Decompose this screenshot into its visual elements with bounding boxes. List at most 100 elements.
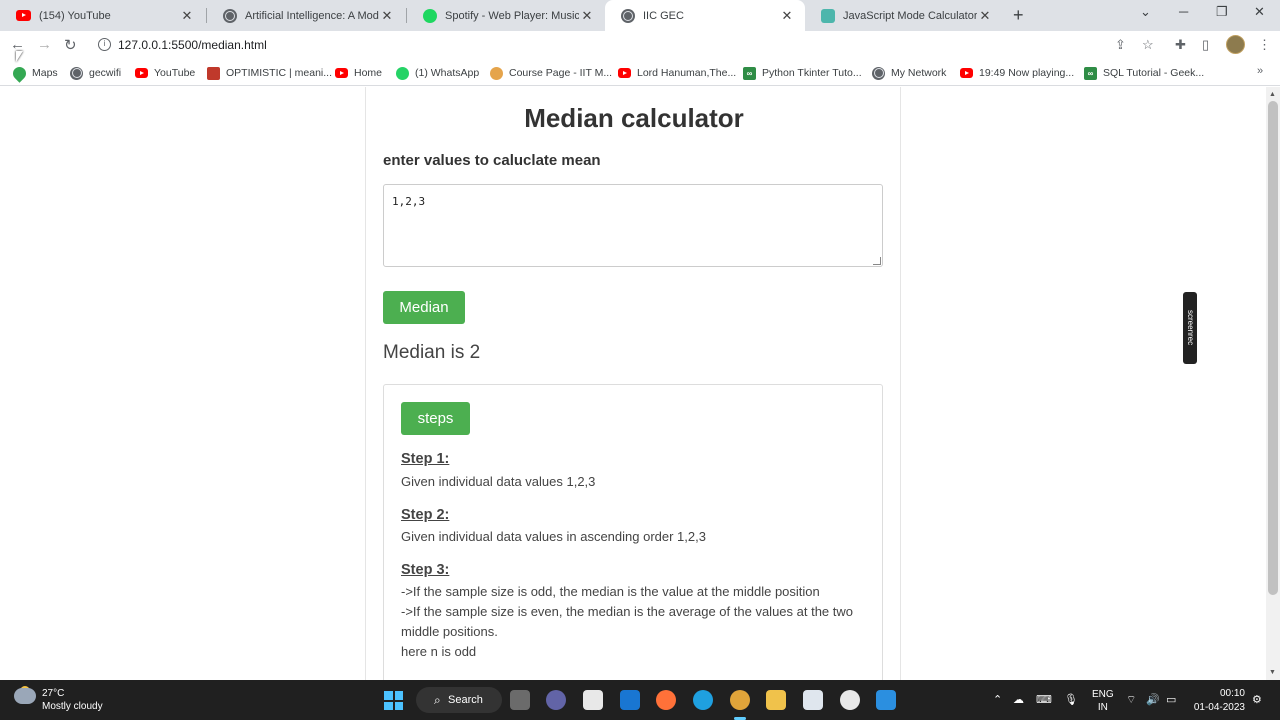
globe-icon: [223, 8, 237, 23]
share-icon[interactable]: ⇪: [1115, 37, 1126, 53]
median-result: Median is 2: [383, 342, 481, 363]
bookmark-now-playing[interactable]: 19:49 Now playing...: [960, 65, 1074, 81]
chevron-up-icon[interactable]: ⌃: [993, 693, 1002, 706]
tab-search-icon[interactable]: ⌄: [1140, 4, 1151, 20]
input-instruction: enter values to caluclate mean: [383, 152, 601, 169]
step3-even-rule: ->If the sample size is even, the median…: [401, 604, 854, 639]
search-icon: ⌕: [434, 693, 441, 707]
site-info-icon[interactable]: i: [98, 38, 111, 51]
chrome-icon[interactable]: [730, 690, 750, 710]
kali-icon[interactable]: [803, 690, 823, 710]
step2-heading: Step 2:: [401, 507, 450, 523]
system-clock[interactable]: 00:10 01-04-2023: [1193, 687, 1245, 715]
edge-icon[interactable]: [693, 690, 713, 710]
restore-icon[interactable]: ❐: [1216, 4, 1228, 20]
teams-chat-icon[interactable]: [546, 690, 566, 710]
bookmark-star-icon[interactable]: ☆: [1142, 37, 1154, 53]
bookmark-python-tkinter[interactable]: ∞ Python Tkinter Tuto...: [743, 65, 862, 81]
taskbar-search[interactable]: ⌕ Search: [416, 687, 502, 713]
more-bookmarks-icon[interactable]: »: [1257, 65, 1263, 77]
store-icon[interactable]: [583, 690, 603, 710]
cloud-icon: [14, 688, 36, 704]
tab-spotify[interactable]: Spotify - Web Player: Music for e ✕: [407, 0, 605, 31]
bookmark-gecwifi[interactable]: gecwifi: [70, 65, 121, 81]
scroll-down-icon[interactable]: ▼: [1269, 669, 1276, 676]
bookmark-youtube[interactable]: YouTube: [135, 65, 195, 81]
tab-iic-gec[interactable]: IIC GEC ✕: [605, 0, 805, 31]
volume-icon[interactable]: 🔊: [1146, 693, 1160, 706]
keyboard-icon[interactable]: ⌨: [1036, 693, 1052, 706]
tab-strip: (154) YouTube ✕ Artificial Intelligence:…: [0, 0, 1280, 31]
resize-handle-icon[interactable]: [873, 257, 881, 265]
bookmark-sql-tutorial[interactable]: ∞ SQL Tutorial - Geek...: [1084, 65, 1204, 81]
bookmark-optimistic[interactable]: OPTIMISTIC | meani...: [207, 65, 332, 81]
geeksforgeeks-icon: ∞: [743, 66, 756, 80]
mouse-cursor: [16, 51, 23, 62]
browser-toolbar: ← → ↻ i 127.0.0.1:5500/median.html ⇪ ☆ ✚…: [0, 31, 1280, 60]
microphone-icon[interactable]: 🎙: [1064, 693, 1078, 706]
new-tab-button[interactable]: +: [1013, 5, 1024, 26]
address-bar[interactable]: 127.0.0.1:5500/median.html: [118, 38, 267, 52]
close-icon[interactable]: ✕: [179, 8, 195, 24]
firefox-icon[interactable]: [656, 690, 676, 710]
recorder-icon[interactable]: [840, 690, 860, 710]
tab-mode-calculator[interactable]: JavaScript Mode Calculator ✕: [805, 0, 1003, 31]
window-close-icon[interactable]: ✕: [1254, 4, 1265, 20]
bookmark-whatsapp[interactable]: (1) WhatsApp: [396, 65, 479, 81]
screenrec-widget[interactable]: screenrec: [1183, 292, 1197, 364]
menu-icon[interactable]: ⋮: [1258, 37, 1271, 53]
onedrive-icon[interactable]: ☁: [1013, 693, 1024, 706]
page-viewport: Median calculator enter values to calucl…: [0, 87, 1266, 680]
vscode-icon[interactable]: [876, 690, 896, 710]
tab-youtube[interactable]: (154) YouTube ✕: [0, 0, 205, 31]
close-icon[interactable]: ✕: [779, 8, 795, 24]
close-icon[interactable]: ✕: [977, 8, 993, 24]
notification-icon[interactable]: ⚙: [1252, 693, 1262, 706]
page-scrollbar[interactable]: ▲ ▼: [1266, 87, 1280, 680]
step3-text: ->If the sample size is odd, the median …: [401, 582, 871, 662]
battery-icon[interactable]: ▭: [1166, 693, 1176, 706]
bookmark-home[interactable]: Home: [335, 65, 382, 81]
task-view-icon[interactable]: [510, 690, 530, 710]
step2-text: Given individual data values in ascendin…: [401, 529, 706, 544]
youtube-icon: [618, 68, 631, 78]
start-button[interactable]: [384, 691, 403, 710]
scroll-up-icon[interactable]: ▲: [1269, 91, 1276, 98]
close-icon[interactable]: ✕: [379, 8, 395, 24]
file-explorer-icon[interactable]: [766, 690, 786, 710]
reload-icon[interactable]: ↻: [64, 36, 77, 54]
minimize-icon[interactable]: ─: [1179, 4, 1188, 19]
weather-condition: Mostly cloudy: [42, 701, 103, 712]
geeksforgeeks-icon: ∞: [1084, 66, 1097, 80]
median-calculator-card: Median calculator enter values to calucl…: [365, 87, 901, 680]
whatsapp-icon: [396, 66, 409, 80]
youtube-icon: [16, 10, 31, 21]
calculator-icon: [821, 8, 835, 23]
maps-icon: [10, 63, 29, 83]
step1-heading: Step 1:: [401, 451, 450, 467]
university-icon: [207, 66, 220, 80]
bookmark-course-page[interactable]: Course Page - IIT M...: [490, 65, 612, 81]
close-icon[interactable]: ✕: [579, 8, 595, 24]
wifi-icon[interactable]: ⌔: [1126, 693, 1136, 707]
language-indicator[interactable]: ENG IN: [1092, 688, 1114, 714]
bookmark-maps[interactable]: Maps: [10, 63, 58, 83]
steps-button[interactable]: steps: [401, 402, 470, 435]
globe-icon: [621, 8, 635, 23]
spotify-icon: [423, 8, 437, 23]
step3-conclusion: here n is odd: [401, 644, 477, 659]
globe-icon: [872, 66, 885, 80]
step3-heading: Step 3:: [401, 562, 450, 578]
course-icon: [490, 66, 503, 80]
values-input[interactable]: [383, 184, 883, 267]
median-button[interactable]: Median: [383, 291, 465, 324]
bookmark-lord-hanuman[interactable]: Lord Hanuman,The...: [618, 65, 736, 81]
side-panel-icon[interactable]: ▯: [1202, 37, 1209, 53]
bookmark-my-network[interactable]: My Network: [872, 65, 946, 81]
mysql-workbench-icon[interactable]: [620, 690, 640, 710]
tab-ai-book[interactable]: Artificial Intelligence: A Modern A ✕: [207, 0, 405, 31]
scrollbar-thumb[interactable]: [1268, 101, 1278, 595]
extensions-icon[interactable]: ✚: [1175, 37, 1186, 53]
forward-icon[interactable]: →: [37, 36, 52, 53]
profile-avatar[interactable]: [1226, 35, 1245, 54]
